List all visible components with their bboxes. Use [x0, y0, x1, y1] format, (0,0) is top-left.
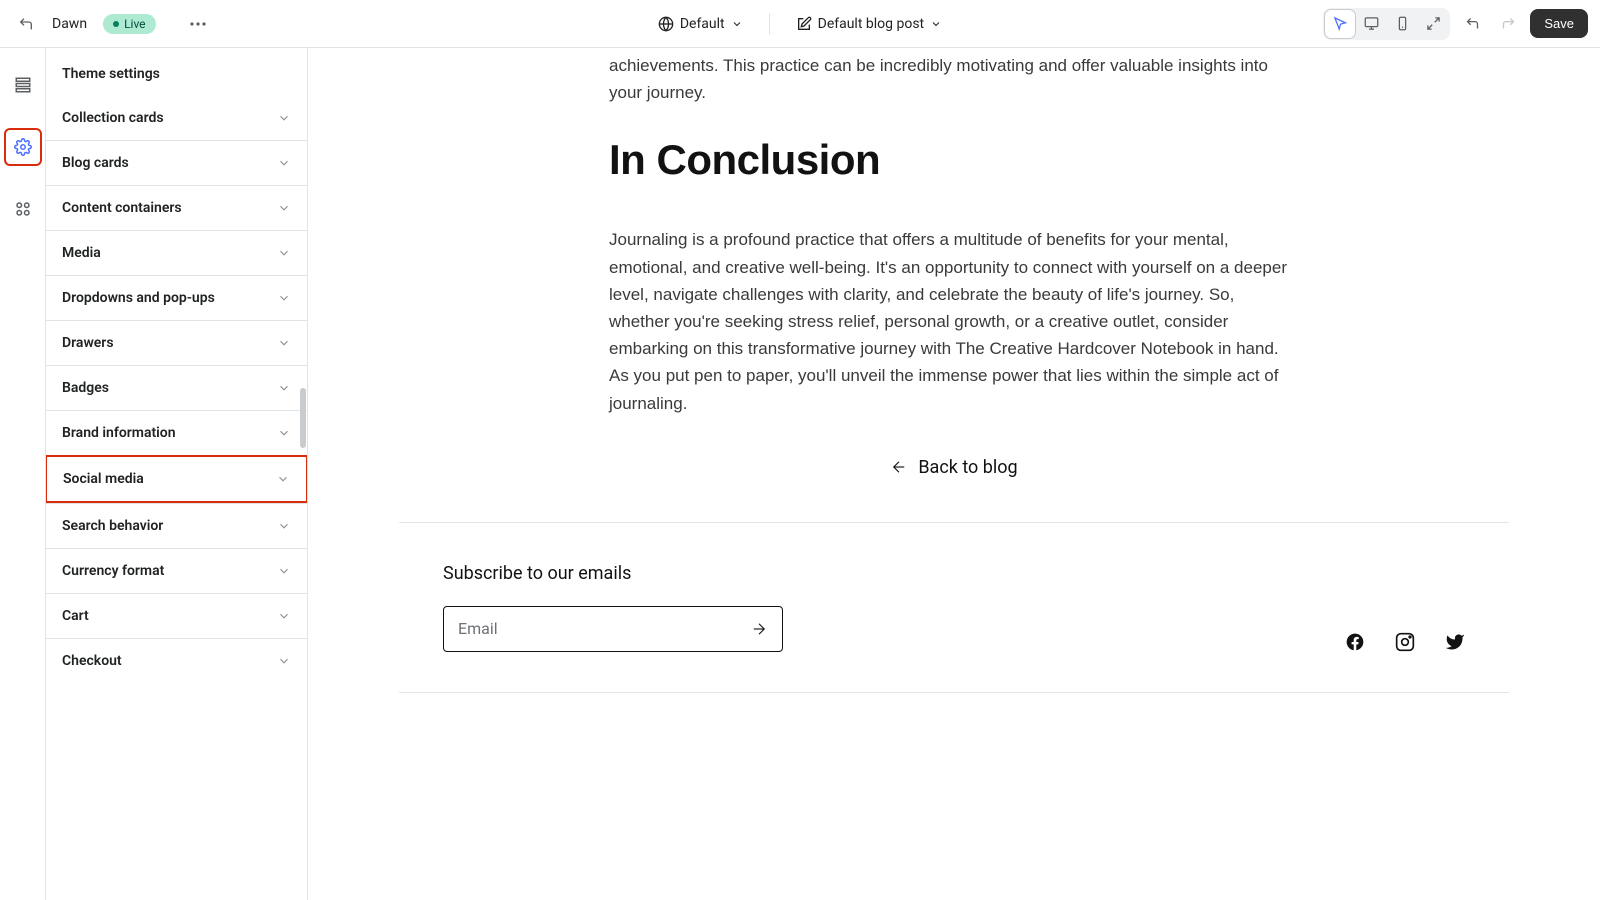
- setting-drawers[interactable]: Drawers: [46, 320, 307, 365]
- submit-arrow-icon[interactable]: [750, 620, 768, 638]
- globe-icon: [658, 16, 674, 32]
- twitter-icon[interactable]: [1445, 632, 1465, 652]
- setting-label: Search behavior: [62, 518, 163, 534]
- footer: Subscribe to our emails Email: [399, 563, 1509, 692]
- setting-label: Brand information: [62, 425, 176, 441]
- topbar-left: Dawn Live: [12, 10, 537, 38]
- page-selector[interactable]: Default blog post: [790, 12, 949, 36]
- settings-list: Collection cards Blog cards Content cont…: [46, 96, 307, 699]
- chevron-down-icon: [277, 111, 291, 125]
- chevron-down-icon: [277, 291, 291, 305]
- setting-label: Social media: [63, 471, 144, 487]
- desktop-icon[interactable]: [1356, 10, 1386, 38]
- chevron-down-icon: [277, 201, 291, 215]
- inspector-icon[interactable]: [1325, 10, 1355, 38]
- setting-dropdowns-popups[interactable]: Dropdowns and pop-ups: [46, 275, 307, 320]
- preview-frame: achievements. This practice can be incre…: [399, 52, 1509, 693]
- setting-currency-format[interactable]: Currency format: [46, 548, 307, 593]
- setting-label: Cart: [62, 608, 89, 624]
- sidebar-title: Theme settings: [46, 48, 307, 96]
- setting-label: Dropdowns and pop-ups: [62, 290, 215, 306]
- email-input[interactable]: Email: [443, 606, 783, 652]
- chevron-down-icon: [277, 156, 291, 170]
- chevron-down-icon: [277, 519, 291, 533]
- edit-page-icon: [796, 16, 812, 32]
- setting-label: Badges: [62, 380, 109, 396]
- subscribe-title: Subscribe to our emails: [443, 563, 783, 584]
- subscribe-block: Subscribe to our emails Email: [443, 563, 783, 652]
- divider: [399, 522, 1509, 523]
- setting-search-behavior[interactable]: Search behavior: [46, 503, 307, 548]
- topbar: Dawn Live Default Default blog post: [0, 0, 1600, 48]
- topbar-right: Save: [1063, 8, 1588, 40]
- setting-checkout[interactable]: Checkout: [46, 638, 307, 683]
- setting-brand-information[interactable]: Brand information: [46, 410, 307, 455]
- setting-label: Currency format: [62, 563, 164, 579]
- article-body: achievements. This practice can be incre…: [609, 52, 1299, 417]
- preview-area: achievements. This practice can be incre…: [308, 48, 1600, 900]
- theme-settings-tab[interactable]: [4, 128, 42, 166]
- chevron-down-icon: [277, 426, 291, 440]
- chevron-down-icon: [731, 18, 743, 30]
- more-menu-button[interactable]: [184, 10, 212, 38]
- setting-label: Content containers: [62, 200, 182, 216]
- chevron-down-icon: [277, 564, 291, 578]
- template-selector[interactable]: Default: [652, 12, 749, 36]
- setting-badges[interactable]: Badges: [46, 365, 307, 410]
- chevron-down-icon: [277, 381, 291, 395]
- divider: [769, 13, 770, 35]
- setting-blog-cards[interactable]: Blog cards: [46, 140, 307, 185]
- main: Theme settings Collection cards Blog car…: [0, 48, 1600, 900]
- email-placeholder: Email: [458, 619, 750, 638]
- setting-collection-cards[interactable]: Collection cards: [46, 96, 307, 140]
- viewport-switcher: [1323, 8, 1450, 40]
- divider: [399, 692, 1509, 693]
- chevron-down-icon: [277, 609, 291, 623]
- chevron-down-icon: [276, 472, 290, 486]
- setting-content-containers[interactable]: Content containers: [46, 185, 307, 230]
- setting-social-media[interactable]: Social media: [46, 455, 308, 503]
- redo-button[interactable]: [1494, 10, 1522, 38]
- article-paragraph: achievements. This practice can be incre…: [609, 52, 1299, 106]
- social-icons: [1345, 632, 1465, 652]
- setting-label: Drawers: [62, 335, 114, 351]
- chevron-down-icon: [277, 654, 291, 668]
- instagram-icon[interactable]: [1395, 632, 1415, 652]
- fullscreen-icon[interactable]: [1418, 10, 1448, 38]
- chevron-down-icon: [930, 18, 942, 30]
- mobile-icon[interactable]: [1387, 10, 1417, 38]
- undo-button[interactable]: [1458, 10, 1486, 38]
- sidebar: Theme settings Collection cards Blog car…: [46, 48, 308, 900]
- setting-label: Blog cards: [62, 155, 129, 171]
- setting-label: Media: [62, 245, 101, 261]
- setting-media[interactable]: Media: [46, 230, 307, 275]
- sections-tab[interactable]: [4, 66, 42, 104]
- save-button[interactable]: Save: [1530, 9, 1588, 38]
- chevron-down-icon: [277, 336, 291, 350]
- page-label: Default blog post: [818, 16, 925, 32]
- exit-icon[interactable]: [12, 10, 40, 38]
- article-heading: In Conclusion: [609, 136, 1299, 184]
- left-rail: [0, 48, 46, 900]
- status-badge: Live: [103, 14, 155, 34]
- topbar-center: Default Default blog post: [537, 12, 1062, 36]
- setting-label: Checkout: [62, 653, 122, 669]
- arrow-left-icon: [890, 458, 908, 476]
- status-label: Live: [124, 17, 145, 31]
- setting-cart[interactable]: Cart: [46, 593, 307, 638]
- back-label: Back to blog: [918, 457, 1017, 478]
- status-dot-icon: [113, 21, 119, 27]
- back-to-blog-link[interactable]: Back to blog: [399, 457, 1509, 478]
- setting-label: Collection cards: [62, 110, 164, 126]
- article-paragraph: Journaling is a profound practice that o…: [609, 226, 1299, 416]
- theme-name: Dawn: [52, 16, 87, 32]
- facebook-icon[interactable]: [1345, 632, 1365, 652]
- apps-tab[interactable]: [4, 190, 42, 228]
- scrollbar-thumb[interactable]: [300, 388, 306, 448]
- chevron-down-icon: [277, 246, 291, 260]
- template-label: Default: [680, 16, 725, 32]
